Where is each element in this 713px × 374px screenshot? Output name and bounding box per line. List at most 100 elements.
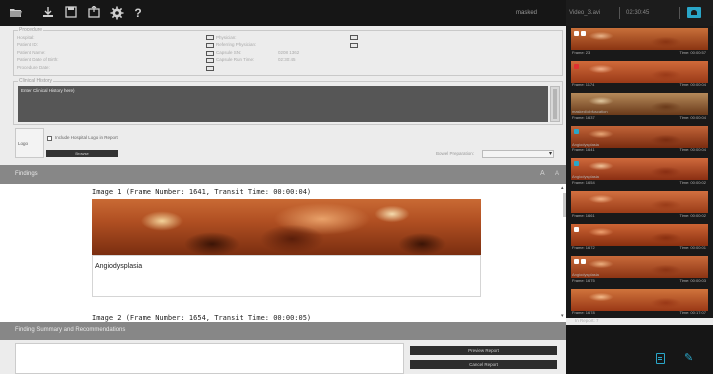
thumbnail-item[interactable]: Frame: 1174 Time: 00:00:04	[571, 60, 708, 89]
bottom-actions: ✎	[566, 325, 713, 374]
include-logo-checkbox[interactable]	[47, 136, 52, 141]
capsule-run-time-label: Capsule Run Time:	[216, 57, 255, 62]
referring-physician-label: Referring Physician:	[216, 42, 257, 47]
thumbnail-caption: masked/obfuscation	[572, 109, 608, 115]
settings-icon[interactable]	[110, 6, 124, 20]
thumbnail-image	[571, 223, 708, 246]
physician-label: Physician:	[216, 35, 237, 40]
include-logo-label: Include Hospital Logo in Report	[55, 135, 118, 140]
clinical-history-input[interactable]: Enter Clinical History here)	[18, 86, 548, 122]
thumbnail-frame: Frame: 1672	[572, 245, 595, 251]
summary-input[interactable]	[15, 343, 404, 374]
thumbnail-image	[571, 191, 708, 213]
video-duration: 02:30:45	[624, 7, 680, 19]
thumbnail-panel: Frame: 23 Time: 00:00:57 Frame: 1174 Time: …	[566, 26, 713, 318]
patient-dob-select-button[interactable]	[206, 58, 214, 63]
scroll-up-icon[interactable]: ▴	[561, 186, 564, 191]
thumbnail-time: Time: 00:00:02	[679, 212, 706, 218]
findings-title: Findings	[15, 171, 38, 177]
clinical-history-scrollbar[interactable]	[550, 86, 560, 122]
main-toolbar: ? masked	[0, 0, 566, 26]
thumbnail-tag-icon[interactable]	[574, 63, 579, 69]
thumbnail-image	[571, 60, 708, 83]
procedure-date-select-button[interactable]	[206, 66, 214, 71]
export-icon[interactable]	[87, 5, 101, 20]
finding-description: Angiodysplasia	[95, 263, 143, 270]
cancel-report-button[interactable]: Cancel Report	[410, 360, 557, 369]
capsule-sn-label: Capsule SN:	[216, 50, 242, 55]
finding-description-input[interactable]: Angiodysplasia	[92, 255, 481, 297]
video-camera-icon[interactable]	[687, 7, 701, 18]
browse-button[interactable]: Browse	[46, 150, 118, 157]
thumbnail-frame: Frame: 23	[572, 49, 591, 55]
referring-physician-select-button[interactable]	[350, 43, 358, 48]
video-header: Video_3.avi 02:30:45	[566, 0, 713, 26]
patient-dob-label: Patient Date of Birth:	[17, 57, 59, 62]
thumbnail-frame: Frame: 1675	[572, 277, 595, 283]
procedure-legend: Procedure	[18, 27, 44, 33]
folder-open-icon[interactable]	[9, 6, 23, 20]
thumbnail-time: Time: 00:17:07	[679, 310, 706, 316]
summary-area: Preview Report Cancel Report	[0, 340, 566, 374]
thumbnail-frame: Frame: 1174	[572, 82, 595, 88]
thumbnail-caption: Angiodysplasia	[572, 272, 599, 278]
thumbnail-frame: Frame: 1678	[572, 310, 595, 316]
thumbnail-frame: Frame: 1654	[572, 179, 595, 185]
font-decrease-icon[interactable]: A	[555, 170, 559, 178]
hospital-label: Hospital:	[17, 35, 35, 40]
thumbnail-item[interactable]: Angiodysplasia Frame: 1675 Time: 00:00:03	[571, 256, 708, 284]
finding-image-title: Image 2 (Frame Number: 1654, Transit Tim…	[92, 314, 312, 322]
summary-header: Finding Summary and Recommendations	[0, 322, 566, 340]
findings-list[interactable]: Image 1 (Frame Number: 1641, Transit Tim…	[0, 184, 566, 322]
in-report-count: In Report: 7	[575, 318, 599, 323]
thumbnail-tag-icon[interactable]	[574, 31, 579, 36]
logo-label: Logo	[18, 141, 29, 146]
thumbnail-item[interactable]: Frame: 1661 Time: 00:00:02	[571, 191, 708, 219]
thumbnail-time: Time: 00:00:57	[679, 49, 706, 55]
font-increase-icon[interactable]: A	[540, 170, 545, 178]
thumbnail-tag-icon[interactable]	[581, 259, 586, 265]
scroll-down-icon[interactable]: ▾	[561, 314, 564, 319]
thumbnail-tag-icon[interactable]	[574, 128, 579, 134]
thumbnail-tag-icon[interactable]	[574, 161, 579, 167]
thumbnail-frame: Frame: 1637	[572, 114, 595, 120]
thumbnail-item[interactable]: Angiodysplasia Frame: 1654 Time: 00:00:02	[571, 158, 708, 186]
bowel-preparation-label: Bowel Preparation:	[436, 151, 475, 156]
thumbnail-time: Time: 00:00:01	[679, 245, 706, 251]
findings-header: Findings A A	[0, 165, 566, 184]
thumbnail-frame: Frame: 1661	[572, 212, 595, 218]
thumbnail-item[interactable]: Frame: 1678 Time: 00:17:07	[571, 288, 708, 317]
thumbnail-tag-icon[interactable]	[574, 226, 579, 232]
capsule-run-time-value: 02:30:45	[278, 57, 296, 62]
thumbnail-item[interactable]: Frame: 23 Time: 00:00:57	[571, 28, 708, 56]
patient-name-label: Patient Name:	[17, 50, 46, 55]
logo-preview: Logo	[15, 128, 44, 158]
video-name: Video_3.avi	[568, 7, 620, 19]
document-icon[interactable]	[656, 353, 665, 364]
thumbnail-item[interactable]: Angiodysplasia Frame: 1641 Time: 00:00:04	[571, 125, 708, 154]
thumbnail-time: Time: 00:00:03	[679, 277, 706, 283]
save-icon[interactable]	[64, 6, 78, 20]
thumbnail-time: Time: 00:00:04	[679, 114, 706, 120]
bowel-preparation-select[interactable]	[482, 150, 554, 158]
summary-title: Finding Summary and Recommendations	[15, 327, 126, 333]
thumbnail-item[interactable]: masked/obfuscation Frame: 1637 Time: 00:00…	[571, 93, 708, 121]
thumbnail-item[interactable]: Frame: 1672 Time: 00:00:01	[571, 223, 708, 252]
clinical-history-legend: Clinical History	[18, 78, 54, 84]
help-icon[interactable]: ?	[131, 6, 145, 20]
thumbnail-tag-icon[interactable]	[581, 31, 586, 36]
physician-select-button[interactable]	[350, 35, 358, 40]
patient-id-select-button[interactable]	[206, 43, 214, 48]
download-icon[interactable]	[41, 6, 55, 20]
thumbnail-frame: Frame: 1641	[572, 147, 595, 153]
patient-name-select-button[interactable]	[206, 51, 214, 56]
thumbnail-time: Time: 00:00:02	[679, 179, 706, 185]
clinical-history-placeholder: Enter Clinical History here)	[21, 88, 75, 93]
hospital-select-button[interactable]	[206, 35, 214, 40]
thumbnail-tag-icon[interactable]	[574, 259, 579, 265]
masked-label: masked	[516, 10, 538, 16]
attachment-icon[interactable]: ✎	[684, 352, 693, 364]
preview-report-button[interactable]: Preview Report	[410, 346, 557, 355]
finding-image-title: Image 1 (Frame Number: 1641, Transit Tim…	[92, 188, 312, 196]
thumbnail-time: Time: 00:00:04	[679, 147, 706, 153]
